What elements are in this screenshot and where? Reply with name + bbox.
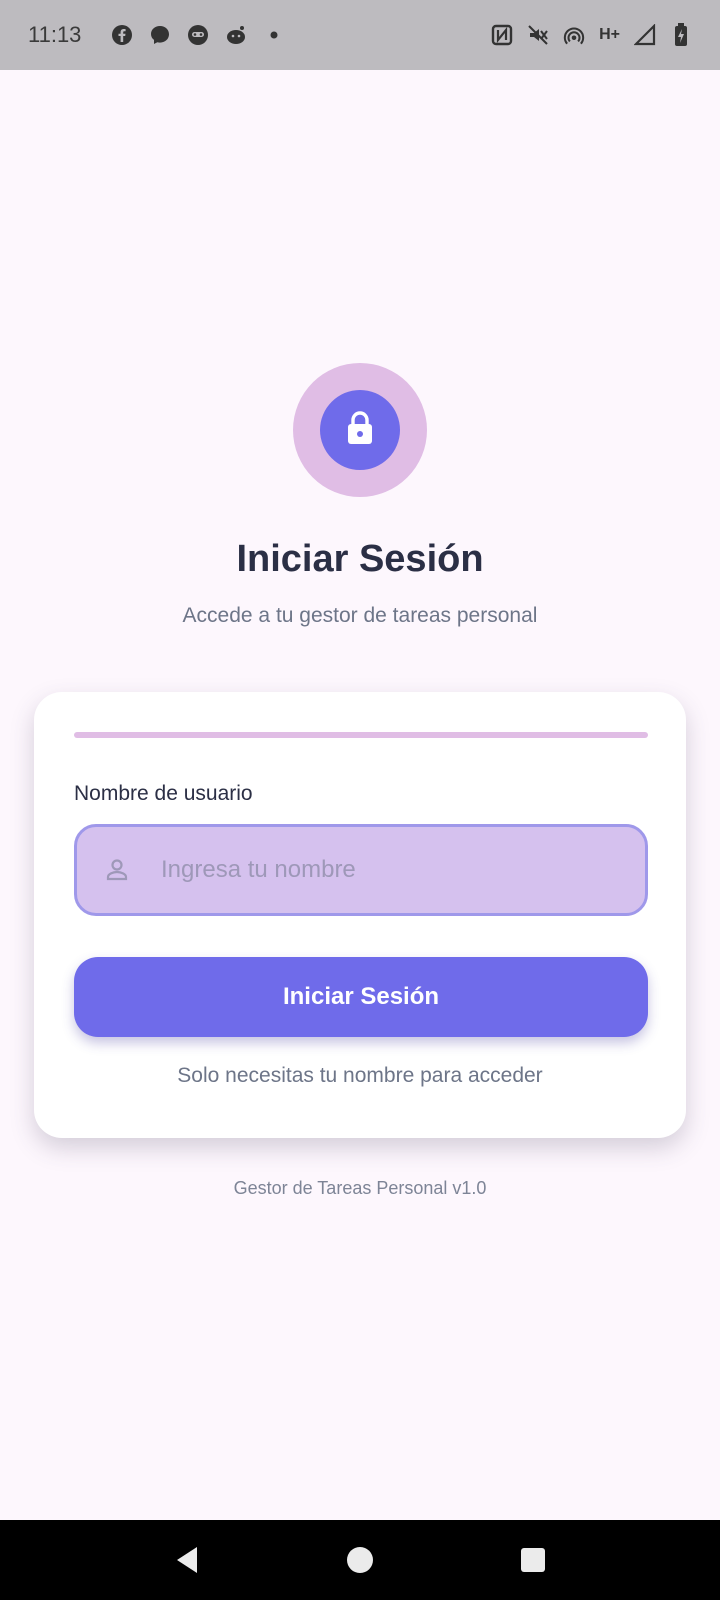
login-button[interactable]: Iniciar Sesión	[74, 957, 648, 1037]
messenger-icon	[149, 24, 171, 46]
status-bar: 11:13 H+	[0, 0, 720, 70]
login-hint: Solo necesitas tu nombre para acceder	[177, 1064, 543, 1087]
login-card: Nombre de usuario Iniciar Sesión Solo ne…	[34, 692, 686, 1138]
nfc-icon	[491, 24, 513, 46]
facebook-icon	[111, 24, 133, 46]
signal-icon	[634, 24, 656, 46]
home-icon[interactable]	[340, 1540, 380, 1580]
logo-circle	[320, 390, 400, 470]
recents-icon[interactable]	[513, 1540, 553, 1580]
notification-icons	[111, 24, 285, 46]
username-label: Nombre de usuario	[74, 782, 253, 805]
app-logo	[293, 363, 427, 497]
reddit-icon	[225, 24, 247, 46]
network-type: H+	[599, 26, 620, 43]
username-field[interactable]	[74, 824, 648, 916]
page-subtitle: Accede a tu gestor de tareas personal	[182, 604, 538, 627]
back-icon[interactable]	[167, 1540, 207, 1580]
username-input[interactable]	[161, 827, 645, 913]
status-time: 11:13	[28, 22, 82, 47]
hotspot-icon	[563, 24, 585, 46]
person-icon	[103, 856, 131, 884]
lock-icon	[344, 410, 376, 451]
login-screen: Iniciar Sesión Accede a tu gestor de tar…	[0, 70, 720, 1520]
app-face-icon	[187, 24, 209, 46]
dot-icon	[263, 24, 285, 46]
system-icons: H+	[491, 23, 692, 46]
card-accent-bar	[74, 732, 648, 738]
system-nav-bar	[0, 1520, 720, 1600]
battery-icon	[670, 23, 692, 46]
page-title: Iniciar Sesión	[236, 538, 484, 580]
app-version: Gestor de Tareas Personal v1.0	[233, 1178, 487, 1198]
vibrate-off-icon	[527, 24, 549, 46]
